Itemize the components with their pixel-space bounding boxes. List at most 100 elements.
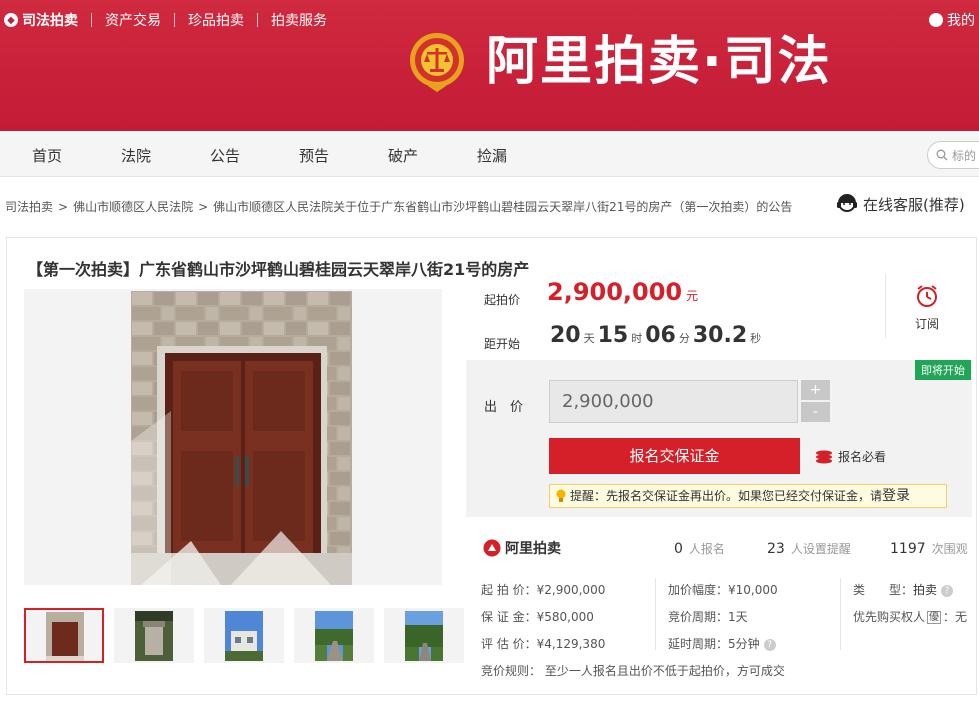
nav-home[interactable]: 首页 xyxy=(32,145,62,166)
divider xyxy=(840,578,841,650)
court-emblem-icon xyxy=(410,33,464,92)
bid-amount-input[interactable]: 2,900,000 xyxy=(549,380,798,423)
view-count: 1197 次围观 xyxy=(890,540,968,557)
info-type: 类 型：拍卖? xyxy=(853,581,954,598)
signup-count: 0 人报名 xyxy=(674,540,725,557)
info-bid-cycle: 竞价周期：1天 xyxy=(668,610,748,624)
reminder-count: 23 人设置提醒 xyxy=(767,540,851,557)
my-account-link[interactable]: 我的 xyxy=(929,10,975,30)
info-bid-rule: 竞价规则： 至少一人报名且出价不低于起拍价，方可成交 xyxy=(481,664,785,678)
countdown-hours-unit: 时 xyxy=(631,332,643,345)
countdown-hours: 15 xyxy=(597,323,629,348)
countdown-seconds-unit: 秒 xyxy=(750,332,762,345)
info-priority: 优先购买权人優：无 xyxy=(853,608,967,625)
breadcrumb: 司法拍卖 > 佛山市顺德区人民法院 > 佛山市顺德区人民法院关于位于广东省鹤山市沙坪鹤山… xyxy=(5,198,792,215)
main-photo-area[interactable] xyxy=(24,289,463,636)
coins-icon xyxy=(816,450,832,463)
thumbnail-2[interactable] xyxy=(114,608,194,663)
judicial-logo-icon: ◆ xyxy=(4,13,18,27)
priority-tag-icon: 優 xyxy=(927,611,942,624)
thumbnail-strip xyxy=(24,608,474,663)
must-read-label: 报名必看 xyxy=(838,450,887,464)
ali-auction-logo-icon xyxy=(483,539,501,557)
nav-bargain[interactable]: 捡漏 xyxy=(477,145,507,166)
start-price-amount: 2,900,000 xyxy=(547,278,683,306)
main-nav: 首页 法院 公告 预告 破产 捡漏 xyxy=(0,131,979,177)
info-priority-label: 优先购买权人 xyxy=(853,610,926,624)
ali-auction-logo: 阿里拍卖 xyxy=(483,538,561,558)
deposit-reminder: 提醒：先报名交保证金再出价。如果您已经交付保证金，请登录 xyxy=(549,484,947,508)
help-icon[interactable]: ? xyxy=(941,584,954,597)
top-nav-assets[interactable]: 资产交易 xyxy=(105,10,161,30)
property-door-photo xyxy=(131,291,352,585)
thumbnail-5[interactable] xyxy=(384,608,464,663)
search-icon xyxy=(936,149,948,161)
start-price-value: 2,900,000 元 xyxy=(547,278,698,306)
nav-announcement[interactable]: 公告 xyxy=(210,145,240,166)
online-service-link[interactable]: 在线客服(推荐) xyxy=(835,192,965,216)
thumbnail-building-image xyxy=(225,611,263,661)
countdown-seconds: 30.2 xyxy=(692,323,748,348)
breadcrumb-announcement[interactable]: 佛山市顺德区人民法院关于位于广东省鹤山市沙坪鹤山碧桂园云天翠岸八街21号的房产（… xyxy=(213,200,792,214)
search-placeholder: 标的 xyxy=(952,148,977,163)
divider xyxy=(655,578,656,650)
user-icon xyxy=(929,13,943,27)
top-nav-services[interactable]: 拍卖服务 xyxy=(271,10,327,30)
info-priority-value: ：无 xyxy=(943,610,968,624)
search-input[interactable]: 标的 xyxy=(927,141,979,169)
help-icon[interactable]: ? xyxy=(763,638,776,651)
ali-auction-logo-text: 阿里拍卖 xyxy=(505,541,561,557)
subscribe-label: 订阅 xyxy=(914,317,939,331)
brand-name: 阿里拍卖·司法 xyxy=(486,32,832,92)
breadcrumb-separator: > xyxy=(198,200,209,214)
currency-unit: 元 xyxy=(686,289,699,303)
countdown-minutes-unit: 分 xyxy=(678,332,690,345)
subscribe-button[interactable]: 订阅 xyxy=(902,283,952,332)
thumbnail-3[interactable] xyxy=(204,608,284,663)
thumbnail-street-image xyxy=(405,611,443,661)
thumbnail-4[interactable] xyxy=(294,608,374,663)
decrease-bid-button[interactable]: - xyxy=(801,402,830,422)
nav-court[interactable]: 法院 xyxy=(121,145,151,166)
login-link[interactable]: 登录 xyxy=(882,488,910,504)
thumbnail-1[interactable] xyxy=(24,608,104,663)
thumbnail-road-image xyxy=(315,611,353,661)
lightbulb-icon xyxy=(556,489,566,502)
my-account-label: 我的 xyxy=(947,13,975,29)
countdown-minutes: 06 xyxy=(645,323,676,348)
top-nav-treasures[interactable]: 珍品拍卖 xyxy=(188,10,244,30)
site-header-banner: ◆ 司法拍卖 资产交易 珍品拍卖 拍卖服务 我的 阿里拍卖·司法 xyxy=(0,0,979,131)
must-read-link[interactable]: 报名必看 xyxy=(815,448,886,465)
divider xyxy=(257,13,258,27)
info-type-label: 类 型： xyxy=(853,583,914,597)
online-service-label: 在线客服(推荐) xyxy=(863,195,965,214)
auction-card: 【第一次拍卖】广东省鹤山市沙坪鹤山碧桂园云天翠岸八街21号的房产 起拍价 2,9… xyxy=(6,237,977,695)
top-nav-judicial[interactable]: 司法拍卖 xyxy=(22,10,78,30)
status-badge: 即将开始 xyxy=(915,360,971,380)
alarm-clock-icon xyxy=(917,285,937,307)
customer-service-icon xyxy=(837,194,857,212)
thumbnail-garden-image xyxy=(135,611,173,661)
nav-bankruptcy[interactable]: 破产 xyxy=(388,145,418,166)
brand-logo[interactable]: 阿里拍卖·司法 xyxy=(408,30,832,94)
divider xyxy=(91,13,92,27)
countdown-timer: 20 天 15 时 06 分 30.2 秒 xyxy=(550,323,764,348)
increase-bid-button[interactable]: + xyxy=(801,380,830,400)
info-delay-cycle: 延时周期：5分钟? xyxy=(668,635,776,652)
signup-count-value: 0 xyxy=(674,541,683,557)
view-count-value: 1197 xyxy=(890,541,926,557)
top-nav: ◆ 司法拍卖 资产交易 珍品拍卖 拍卖服务 xyxy=(4,10,327,30)
divider xyxy=(885,274,886,338)
signup-deposit-button[interactable]: 报名交保证金 xyxy=(549,438,800,474)
reminder-text: 提醒：先报名交保证金再出价。如果您已经交付保证金，请 xyxy=(570,489,883,503)
breadcrumb-judicial[interactable]: 司法拍卖 xyxy=(5,200,53,214)
breadcrumb-court[interactable]: 佛山市顺德区人民法院 xyxy=(73,200,193,214)
reminder-count-value: 23 xyxy=(767,541,785,557)
bid-label: 出 价 xyxy=(484,400,524,415)
start-price-label: 起拍价 xyxy=(484,293,521,307)
nav-preview[interactable]: 预告 xyxy=(299,145,329,166)
info-increment: 加价幅度：¥10,000 xyxy=(668,583,778,597)
info-valuation: 评 估 价：¥4,129,380 xyxy=(481,637,606,651)
countdown-days-unit: 天 xyxy=(583,332,595,345)
listing-title: 【第一次拍卖】广东省鹤山市沙坪鹤山碧桂园云天翠岸八街21号的房产 xyxy=(27,260,530,279)
